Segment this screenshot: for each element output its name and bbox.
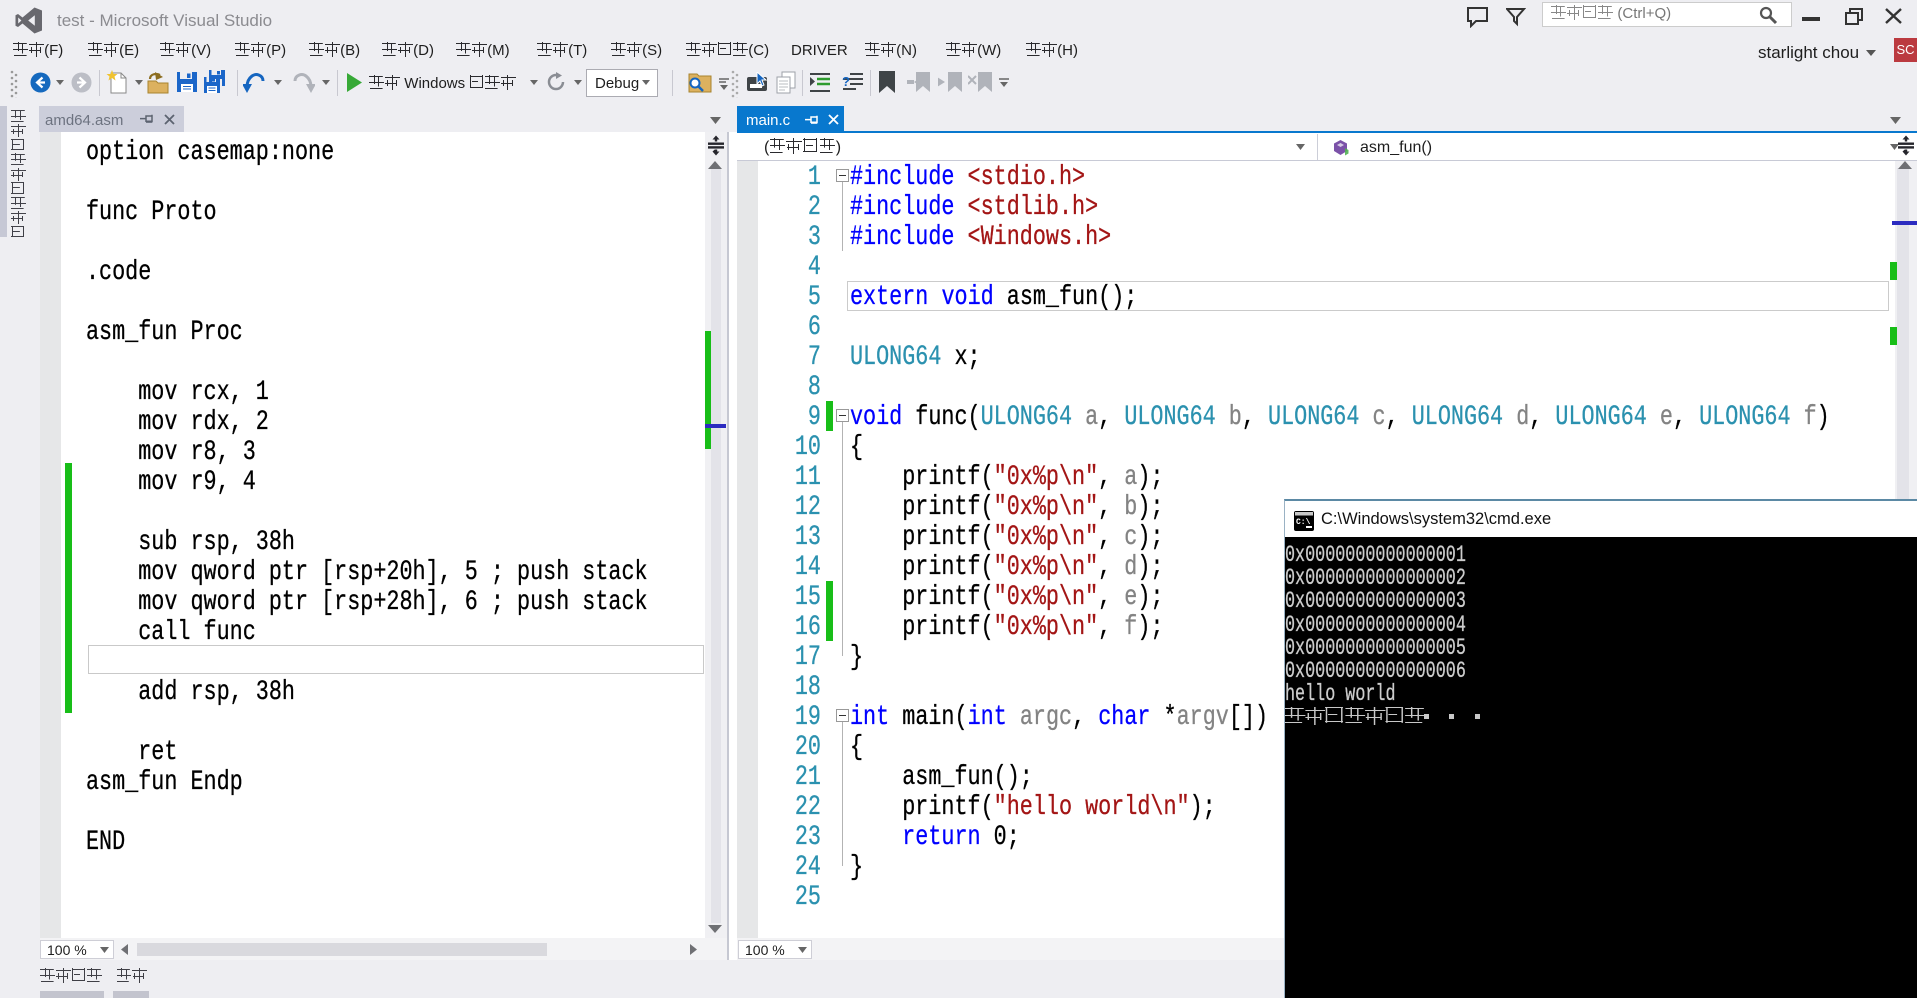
svg-text:C:\: C:\: [1296, 518, 1311, 527]
svg-text:?: ?: [842, 74, 850, 89]
